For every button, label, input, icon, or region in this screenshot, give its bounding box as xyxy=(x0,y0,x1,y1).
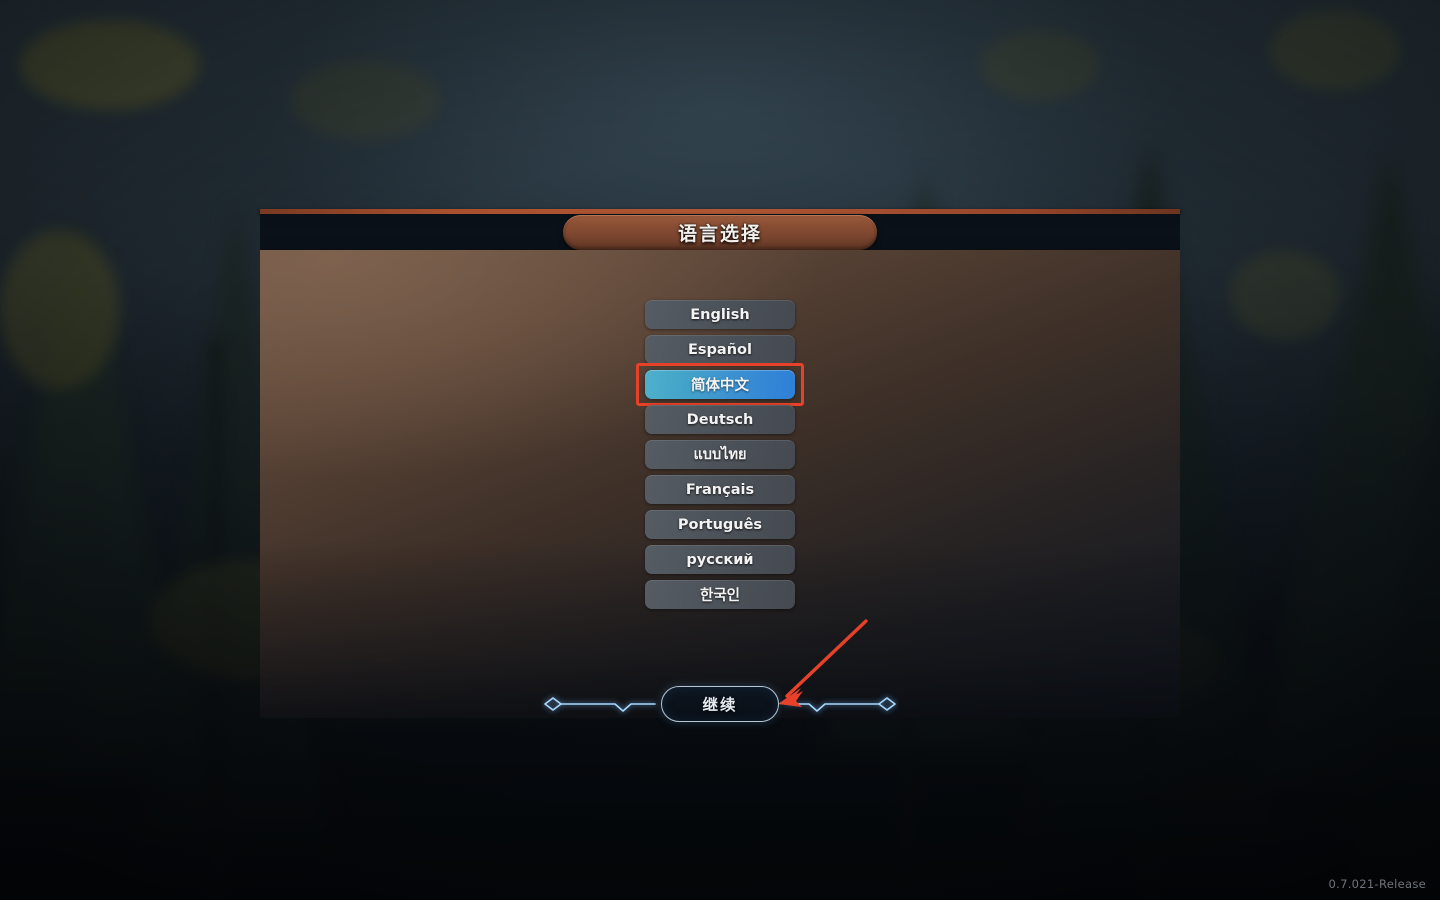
version-label: 0.7.021-Release xyxy=(1328,877,1426,891)
title-banner: 语言选择 xyxy=(563,215,877,250)
language-option-label: English xyxy=(690,306,750,323)
language-option-label: Français xyxy=(685,481,755,498)
language-option-label: русский xyxy=(686,551,754,568)
language-option-portuguese[interactable]: Português xyxy=(645,510,795,539)
language-option-label: Português xyxy=(677,516,763,533)
language-option-simplified-chinese[interactable]: 简体中文 xyxy=(636,363,804,406)
language-option-french[interactable]: Français xyxy=(645,475,795,504)
language-option-label: Deutsch xyxy=(686,411,754,428)
continue-button-label: 继续 xyxy=(702,696,738,714)
language-option-russian[interactable]: русский xyxy=(645,545,795,574)
language-option-spanish[interactable]: Español xyxy=(645,335,795,364)
language-option-korean[interactable]: 한국인 xyxy=(645,580,795,609)
language-list: English Español 简体中文 Deutsch แบบไทย Fran… xyxy=(636,300,804,609)
language-option-label: 简体中文 xyxy=(691,378,749,394)
language-option-label: 한국인 xyxy=(699,588,741,604)
continue-row: 继续 xyxy=(260,682,1180,726)
language-option-label: แบบไทย xyxy=(693,447,747,463)
dialog-panel: English Español 简体中文 Deutsch แบบไทย Fran… xyxy=(260,250,1180,718)
language-option-english[interactable]: English xyxy=(645,300,795,329)
language-option-label: Español xyxy=(688,341,752,358)
language-option-thai[interactable]: แบบไทย xyxy=(645,440,795,469)
ornament-right xyxy=(784,697,896,712)
ornament-left xyxy=(544,697,656,712)
dialog-title: 语言选择 xyxy=(677,223,762,245)
language-option-german[interactable]: Deutsch xyxy=(645,405,795,434)
continue-button[interactable]: 继续 xyxy=(661,686,779,722)
language-selection-dialog: 语言选择 English Español 简体中文 Deutsch แบบไทย… xyxy=(260,194,1180,722)
title-band: 语言选择 xyxy=(260,214,1180,250)
